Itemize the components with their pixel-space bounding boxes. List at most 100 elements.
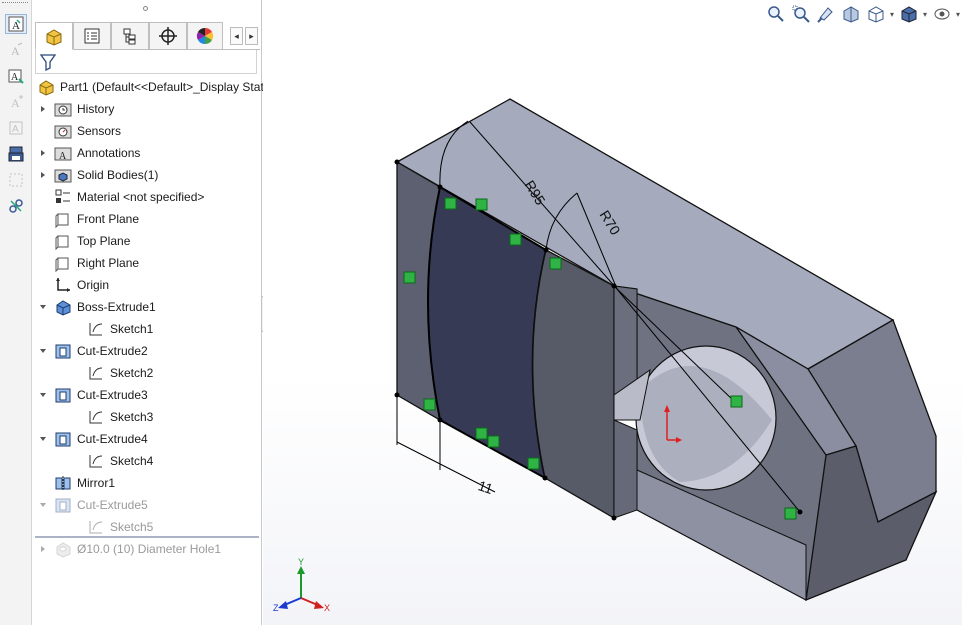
cut-extrude-icon <box>54 342 72 360</box>
tree-item-label: Cut-Extrude4 <box>77 432 148 446</box>
tree-item-sketch1[interactable]: Sketch1 <box>71 318 153 340</box>
tree-item-history[interactable]: History <box>38 98 114 120</box>
panel-grip[interactable] <box>143 6 148 11</box>
view-orientation-dropdown[interactable]: ▾ <box>888 10 896 19</box>
zoom-to-area-icon[interactable] <box>789 3 813 25</box>
tree-item-cut-extrude5[interactable]: Cut-Extrude5 <box>38 494 148 516</box>
tree-item-label: Material <not specified> <box>77 190 205 204</box>
tree-item-label: History <box>77 102 115 116</box>
display-style-icon[interactable] <box>897 3 921 25</box>
dimxpert-scheme-icon[interactable] <box>5 196 27 216</box>
tree-filter[interactable] <box>35 50 257 74</box>
no-toggle <box>38 214 48 224</box>
tree-item-label: Top Plane <box>77 234 131 248</box>
tree-item-top-plane[interactable]: Top Plane <box>38 230 130 252</box>
expand-arrow-icon[interactable] <box>38 148 48 158</box>
command-toolbar-vertical: A A A A A <box>0 0 32 625</box>
expand-arrow-icon[interactable] <box>38 544 48 554</box>
part-model[interactable]: R95 R70 11 <box>263 0 962 625</box>
expand-arrow-icon[interactable] <box>38 104 48 114</box>
no-toggle <box>71 324 81 334</box>
tree-item-front-plane[interactable]: Front Plane <box>38 208 139 230</box>
color-wheel-icon <box>196 27 214 45</box>
crosshair-icon <box>159 27 177 45</box>
dimension-width[interactable]: 11 <box>476 477 495 497</box>
tree-item-sketch3[interactable]: Sketch3 <box>71 406 153 428</box>
collapse-arrow-icon[interactable] <box>38 302 48 312</box>
svg-text:A: A <box>11 72 19 83</box>
tabs-scroll-left[interactable]: ◂ <box>230 27 243 45</box>
property-list-icon <box>84 28 100 44</box>
tree-item-cut-extrude3[interactable]: Cut-Extrude3 <box>38 384 148 406</box>
tab-featuremanager[interactable] <box>35 22 73 50</box>
no-toggle <box>38 280 48 290</box>
previous-view-icon[interactable] <box>814 3 838 25</box>
tree-item-boss-extrude1[interactable]: Boss-Extrude1 <box>38 296 156 318</box>
part-icon <box>37 78 55 96</box>
svg-text:X: X <box>324 603 330 613</box>
no-toggle <box>38 478 48 488</box>
hide-show-dropdown[interactable]: ▾ <box>954 10 962 19</box>
tab-configurationmanager[interactable] <box>111 22 149 50</box>
view-orientation-icon[interactable] <box>864 3 888 25</box>
mirror-icon <box>54 474 72 492</box>
tree-item-sketch4[interactable]: Sketch4 <box>71 450 153 472</box>
collapse-arrow-icon[interactable] <box>38 346 48 356</box>
tab-dimxpertmanager[interactable] <box>149 22 187 50</box>
cut-extrude-icon <box>54 430 72 448</box>
tree-item-origin[interactable]: Origin <box>38 274 109 296</box>
tree-item-label: Sketch1 <box>110 322 154 336</box>
note-disabled-icon: A <box>5 40 27 60</box>
tree-item-sensors[interactable]: Sensors <box>38 120 121 142</box>
no-toggle <box>71 412 81 422</box>
plane-icon <box>54 210 72 228</box>
expand-arrow-icon[interactable] <box>38 170 48 180</box>
no-toggle <box>38 258 48 268</box>
tree-item-label: Cut-Extrude2 <box>77 344 148 358</box>
no-toggle <box>38 192 48 202</box>
sensor-folder-icon <box>54 122 72 140</box>
tab-propertymanager[interactable] <box>73 22 111 50</box>
tree-item-label: Sketch2 <box>110 366 154 380</box>
svg-text:A: A <box>12 124 19 135</box>
part-tree-icon <box>46 29 62 46</box>
tree-item-sketch2[interactable]: Sketch2 <box>71 362 153 384</box>
tabs-scroll-right[interactable]: ▸ <box>245 27 258 45</box>
tree-item-label: Ø10.0 (10) Diameter Hole1 <box>77 542 222 556</box>
tree-item-10-0-10-diameter-hole1[interactable]: Ø10.0 (10) Diameter Hole1 <box>38 538 221 560</box>
zoom-to-fit-icon[interactable] <box>764 3 788 25</box>
print-layout-icon[interactable] <box>5 144 27 164</box>
tree-item-label: Boss-Extrude1 <box>77 300 156 314</box>
collapse-arrow-icon[interactable] <box>38 434 48 444</box>
tree-item-cut-extrude4[interactable]: Cut-Extrude4 <box>38 428 148 450</box>
graphics-area[interactable]: R95 R70 11 ▾ ▾ ▾ <box>263 0 962 625</box>
auto-dimension-icon[interactable]: A <box>5 66 27 86</box>
smart-dimension-icon[interactable]: A <box>5 14 27 34</box>
rollback-bar[interactable] <box>35 536 259 538</box>
tree-item-right-plane[interactable]: Right Plane <box>38 252 139 274</box>
tree-item-label: Sensors <box>77 124 122 138</box>
sketch-icon <box>87 518 105 536</box>
tree-item-solid-bodies-1[interactable]: Solid Bodies(1) <box>38 164 158 186</box>
svg-text:A: A <box>11 44 20 58</box>
no-toggle <box>71 368 81 378</box>
tree-item-sketch5[interactable]: Sketch5 <box>71 516 153 538</box>
annotation-folder-icon: A <box>54 144 72 162</box>
tree-item-annotations[interactable]: A Annotations <box>38 142 140 164</box>
tree-root-part[interactable]: Part1 (Default<<Default>_Display Stat <box>35 76 264 98</box>
collapse-arrow-icon[interactable] <box>38 390 48 400</box>
display-style-dropdown[interactable]: ▾ <box>921 10 929 19</box>
sketch-icon <box>87 408 105 426</box>
hide-show-items-icon[interactable] <box>930 3 954 25</box>
collapse-arrow-icon[interactable] <box>38 500 48 510</box>
manager-tabs: ◂ ▸ <box>35 22 260 50</box>
toolbar-grip[interactable] <box>2 2 28 5</box>
tree-item-mirror1[interactable]: Mirror1 <box>38 472 115 494</box>
tree-item-cut-extrude2[interactable]: Cut-Extrude2 <box>38 340 148 362</box>
tree-item-label: Part1 (Default<<Default>_Display Stat <box>60 80 264 94</box>
tree-item-label: Sketch4 <box>110 454 154 468</box>
origin-icon <box>54 276 72 294</box>
tab-displaymanager[interactable] <box>187 22 223 50</box>
section-view-icon[interactable] <box>839 3 863 25</box>
tree-item-material-not-specified[interactable]: Material <not specified> <box>38 186 204 208</box>
